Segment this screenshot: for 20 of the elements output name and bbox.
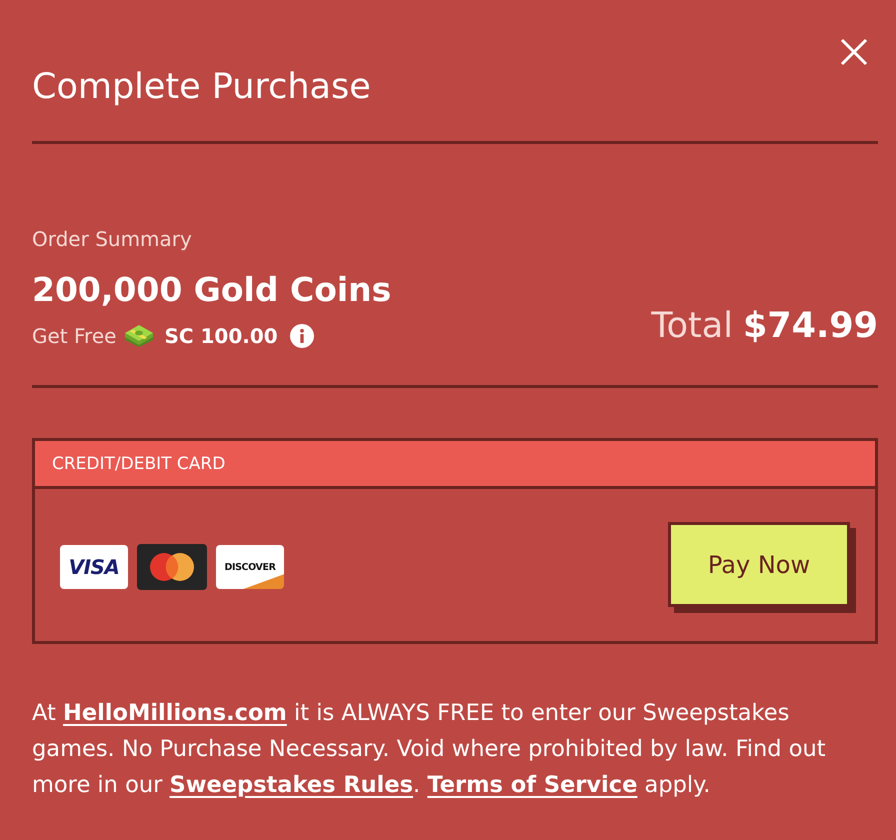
- footer-link[interactable]: HelloMillions.com: [62, 700, 287, 726]
- total-amount: $74.99: [742, 306, 878, 346]
- order-summary-heading: Order Summary: [32, 226, 193, 252]
- close-button[interactable]: [840, 38, 868, 66]
- close-icon: [840, 38, 868, 66]
- total-label: Total: [651, 306, 733, 346]
- discover-logo: DISCOVER: [216, 545, 284, 589]
- dialog-title: Complete Purchase: [32, 66, 371, 109]
- payment-method-header: CREDIT/DEBIT CARD: [35, 441, 875, 489]
- product-name: 200,000 Gold Coins: [32, 269, 392, 311]
- pay-now-button[interactable]: Pay Now: [668, 522, 856, 613]
- disclaimer-text: At HelloMillions.com it is ALWAYS FREE to enter our Sweepstakes games. No Purchase Necessary. Void where prohibited by law. Find out more in our Sweepstakes Rules. Terms of Service apply.: [32, 699, 827, 800]
- footer-link[interactable]: Terms of Service: [427, 772, 638, 798]
- money-stack-icon: [124, 325, 154, 347]
- footer-link[interactable]: Sweepstakes Rules: [170, 772, 414, 798]
- bonus-amount: SC 100.00: [164, 324, 278, 348]
- visa-logo: VISA: [60, 545, 128, 589]
- bonus-label: Get Free: [32, 324, 116, 348]
- overlapping-circles-card-icon: [137, 544, 207, 590]
- info-icon[interactable]: [290, 324, 314, 348]
